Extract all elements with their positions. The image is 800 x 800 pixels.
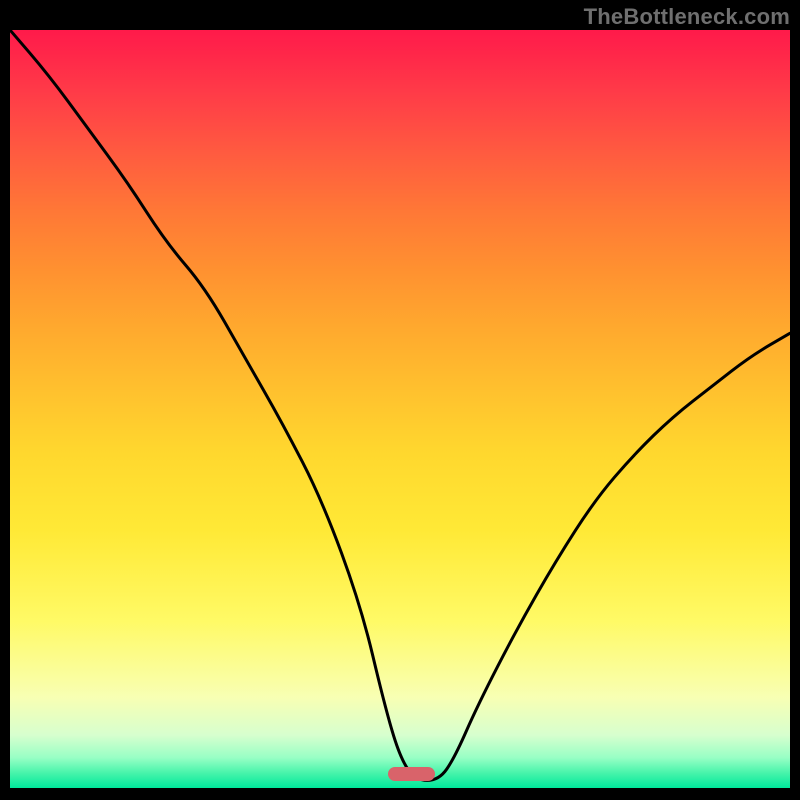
curve-path <box>10 30 790 780</box>
plot-area <box>10 30 790 788</box>
watermark-text: TheBottleneck.com <box>584 4 790 30</box>
optimal-marker <box>388 767 435 781</box>
bottleneck-curve <box>10 30 790 788</box>
chart-frame: TheBottleneck.com <box>0 0 800 800</box>
